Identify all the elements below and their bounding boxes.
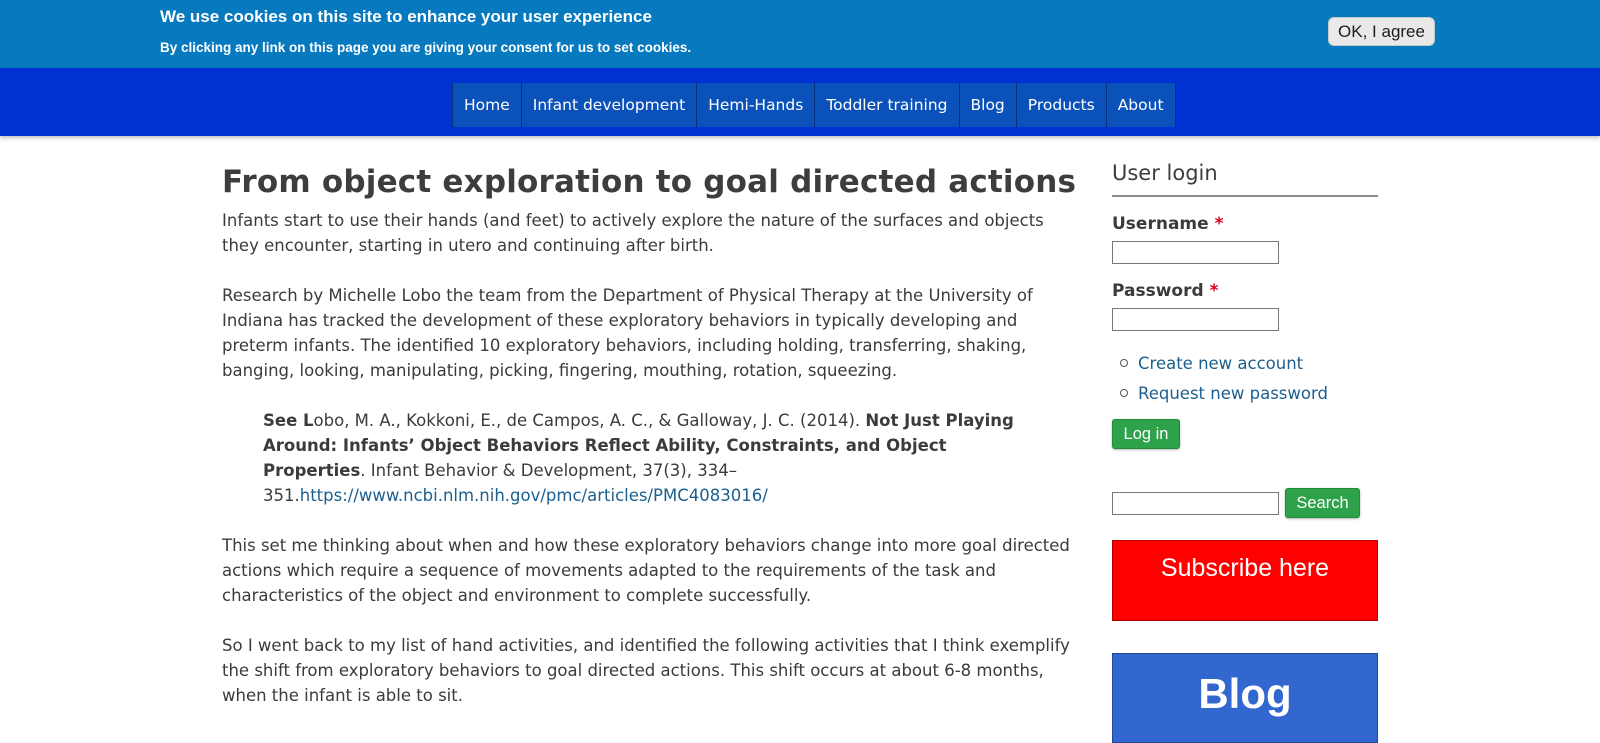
sidebar: User login Username * Password * Create … [1112, 155, 1380, 743]
article-paragraph: Infants start to use their hands (and fe… [222, 211, 1044, 255]
citation-block: See Lobo, M. A., Kokkoni, E., de Campos,… [263, 408, 1053, 508]
request-password-link[interactable]: Request new password [1120, 379, 1328, 409]
password-label: Password * [1112, 281, 1218, 301]
article-paragraph: Research by Michelle Lobo the team from … [222, 286, 1033, 380]
username-label: Username * [1112, 214, 1223, 234]
citation-link[interactable]: https://www.ncbi.nlm.nih.gov/pmc/article… [300, 486, 768, 505]
username-label-text: Username [1112, 214, 1209, 234]
nav-item-blog[interactable]: Blog [959, 83, 1017, 127]
login-title: User login [1112, 161, 1218, 185]
login-button[interactable]: Log in [1112, 419, 1180, 449]
cookie-agree-button[interactable]: OK, I agree [1328, 17, 1435, 46]
article: From object exploration to goal directed… [222, 160, 1084, 705]
citation-authors: obo, M. A., Kokkoni, E., de Campos, A. C… [313, 411, 866, 430]
page-title: From object exploration to goal directed… [222, 164, 1077, 200]
nav-item-infant-development[interactable]: Infant development [521, 83, 698, 127]
nav-item-home[interactable]: Home [452, 83, 522, 127]
password-label-text: Password [1112, 281, 1204, 301]
citation-see: See L [263, 411, 314, 430]
blog-banner[interactable]: Blog [1112, 653, 1378, 743]
search-button[interactable]: Search [1285, 488, 1360, 518]
nav-item-products[interactable]: Products [1016, 83, 1107, 127]
username-field[interactable] [1112, 241, 1279, 264]
cookie-banner-subtitle: By clicking any link on this page you ar… [160, 40, 692, 55]
nav-item-about[interactable]: About [1106, 83, 1176, 127]
password-field[interactable] [1112, 308, 1279, 331]
nav-item-toddler-training[interactable]: Toddler training [815, 83, 960, 127]
article-paragraph: This set me thinking about when and how … [222, 536, 1070, 605]
required-mark: * [1214, 214, 1224, 234]
nav-menu: Home Infant development Hemi-Hands Toddl… [452, 83, 1176, 127]
cookie-banner: We use cookies on this site to enhance y… [0, 0, 1600, 68]
login-divider [1112, 195, 1378, 197]
article-paragraph: So I went back to my list of hand activi… [222, 636, 1070, 705]
create-account-link[interactable]: Create new account [1120, 349, 1328, 379]
cookie-banner-title: We use cookies on this site to enhance y… [160, 7, 652, 26]
nav-item-hemi-hands[interactable]: Hemi-Hands [697, 83, 816, 127]
main-nav: Home Infant development Hemi-Hands Toddl… [0, 68, 1600, 136]
required-mark: * [1209, 281, 1219, 301]
login-links: Create new account Request new password [1120, 349, 1328, 409]
subscribe-banner[interactable]: Subscribe here [1112, 540, 1378, 621]
search-input[interactable] [1112, 492, 1279, 515]
